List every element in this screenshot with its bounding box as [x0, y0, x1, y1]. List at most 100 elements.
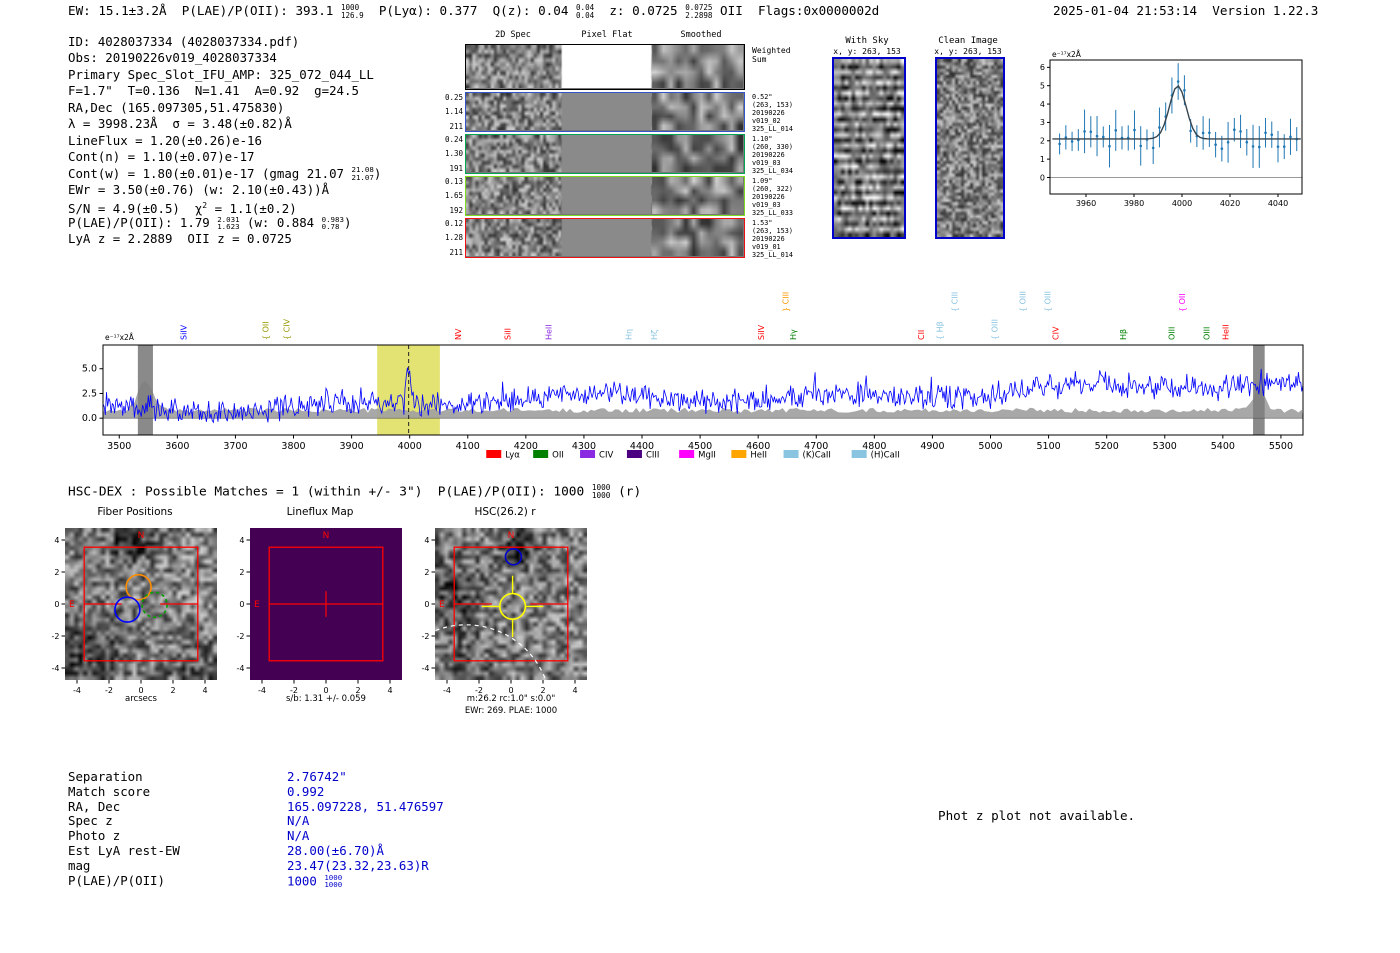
with-sky-coords: x, y: 263, 153: [833, 47, 901, 56]
stacked-fraction: 0.0725 2.2898: [685, 2, 713, 20]
svg-text:-2: -2: [237, 632, 245, 641]
match-row-value: 165.097228, 51.476597: [287, 798, 444, 814]
masked-band: [137, 345, 153, 435]
emission-line-label: Hγ: [789, 329, 798, 340]
gaussian-fit-curve: [1052, 84, 1301, 140]
legend-label: (H)CaII: [871, 451, 900, 461]
fiber-positions-panel: Fiber Positions -4 -4 -2 -2 0 0 2 2 4 4 N E arcsecs: [40, 506, 230, 731]
legend-swatch: [679, 450, 695, 458]
compass-east-label: E: [439, 600, 445, 610]
compass-north-label: N: [508, 531, 515, 541]
spec2d-row-stats: 0.12 1.28 211: [444, 219, 463, 257]
emission-line-label: HeII: [1222, 324, 1231, 340]
zoom-plot-ylabel: e⁻¹⁷x2Å: [1052, 50, 1082, 59]
match-row-label: mag: [68, 857, 91, 873]
emission-line-label: { OIII: [1043, 291, 1052, 312]
match-row-value: 23.47(23.32,23.63)R: [287, 857, 429, 873]
clean-image: [935, 57, 1005, 239]
aperture-circle: [141, 591, 168, 619]
legend-swatch: [626, 450, 642, 458]
match-row-label: Photo z: [68, 828, 121, 844]
match-table-row: mag 23.47(23.32,23.63)R: [68, 857, 444, 874]
compass-east-label: E: [254, 600, 260, 610]
info-line: ID: 4028037334 (4028037334.pdf): [68, 34, 300, 49]
legend-label: MgII: [698, 451, 716, 461]
emission-line-label: SiIV: [180, 324, 189, 340]
spec2d-row-image: [466, 93, 743, 130]
line-fit-zoom-plot: 0 1 2 3 4 5 6 3960 3980 4000 4020 4040 e⁻¹⁷x2Å: [1040, 50, 1303, 208]
spec2d-row-stats: 0.24 1.30 191: [444, 135, 463, 173]
match-table-row: RA, Dec 165.097228, 51.476597: [68, 798, 444, 815]
aperture-circle: [498, 592, 527, 620]
svg-text:2: 2: [54, 568, 59, 577]
emission-line-label: NV: [454, 328, 463, 340]
match-row-label: Spec z: [68, 813, 113, 829]
stacked-fraction: 1000 126.9: [340, 2, 364, 20]
info-line: Cont(n) = 1.10(±0.07)e-17: [68, 149, 255, 165]
spec2d-row-image: [466, 177, 743, 214]
match-row-value: N/A: [287, 828, 310, 844]
emission-line-label: { Hβ: [935, 321, 944, 340]
match-row-value: 2.76742": [287, 769, 347, 784]
emission-line-label: { CIV: [283, 318, 292, 340]
emission-line-label: { OIII: [1018, 291, 1027, 312]
match-row-label: P(LAE)/P(OII): [68, 872, 165, 888]
info-line: F=1.7" T=0.136 N=1.41 A=0.92 g=24.5: [68, 83, 359, 99]
match-row-label: RA, Dec: [68, 798, 121, 814]
svg-text:5100: 5100: [1037, 441, 1061, 452]
column-title-2d-spec: 2D Spec: [495, 30, 531, 40]
svg-text:3900: 3900: [340, 441, 364, 452]
spec2d-row-note: 1.10" (260, 330) 20190226 v019_03 325_LL…: [752, 135, 793, 175]
match-row-value: 1000 1000 1000: [287, 872, 343, 890]
hsc-r-xlabel2: EWr: 269. PLAE: 1000: [464, 706, 558, 716]
emission-line-label: SiIV: [757, 324, 766, 340]
svg-text:4: 4: [1040, 100, 1045, 109]
svg-text:0: 0: [1040, 173, 1045, 182]
spec2d-row: 0.12 1.28 211 1.53" (263, 153) 20190226 v01…: [445, 218, 793, 259]
clean-image-coords: x, y: 263, 153: [934, 47, 1002, 56]
svg-text:5000: 5000: [978, 441, 1002, 452]
spec2d-row-note: 1.09" (260, 322) 20190226 v019_03 325_LL…: [752, 177, 793, 217]
svg-text:3800: 3800: [281, 441, 305, 452]
column-title-pixel-flat: Pixel Flat: [581, 30, 633, 40]
detection-info-block: ID: 4028037334 (4028037334.pdf) Obs: 2019…: [68, 34, 381, 248]
stacked-fraction: 1000 1000: [324, 872, 343, 890]
svg-text:4: 4: [54, 536, 59, 545]
svg-text:5.0: 5.0: [82, 364, 97, 375]
svg-text:4000: 4000: [1172, 199, 1192, 208]
svg-text:1: 1: [1040, 155, 1045, 164]
svg-text:5200: 5200: [1095, 441, 1119, 452]
svg-text:2: 2: [239, 568, 244, 577]
info-line: EWr = 3.50(±0.76) (w: 2.10(±0.43))Å: [68, 181, 330, 197]
match-table-row: Est LyA rest-EW 28.00(±6.70)Å: [68, 843, 444, 859]
svg-text:-2: -2: [422, 632, 430, 641]
lineflux-map-xlabel: s/b: 1.31 +/- 0.059: [286, 694, 366, 704]
legend-swatch: [851, 450, 867, 458]
legend-swatch: [783, 450, 799, 458]
info-line: S/N = 4.9(±0.5) χ2 = 1.1(±0.2): [68, 201, 297, 217]
svg-text:5400: 5400: [1211, 441, 1235, 452]
svg-text:-4: -4: [52, 664, 60, 673]
info-line: Primary Spec_Slot_IFU_AMP: 325_072_044_L…: [68, 66, 374, 82]
info-line: P(LAE)/P(OII): 1.79 2.031 1.623 (w: 0.884…: [68, 214, 352, 232]
emission-line-label: SiII: [503, 328, 512, 340]
spec2d-row-note: 1.53" (263, 153) 20190226 v019_01 325_LL…: [752, 219, 793, 259]
emission-line-label: Hβ: [1119, 329, 1128, 340]
compass-east-label: E: [69, 600, 75, 610]
aperture-circle: [125, 573, 152, 601]
weighted-sum-label: Weighted Sum: [752, 46, 791, 64]
svg-text:3980: 3980: [1124, 199, 1144, 208]
spec2d-row-image: [466, 45, 743, 88]
legend-swatch: [731, 450, 747, 458]
stacked-fraction: 2.031 1.623: [217, 214, 240, 232]
svg-text:4000: 4000: [398, 441, 422, 452]
aperture-circle: [114, 596, 141, 623]
info-line: Obs: 20190226v019_4028037334: [68, 50, 277, 66]
svg-text:5: 5: [1040, 81, 1045, 90]
emission-line-label: } CIII: [781, 292, 790, 312]
svg-text:2: 2: [424, 568, 429, 577]
match-table-row: Spec z N/A: [68, 814, 444, 829]
stacked-fraction: 21.08 21.07: [351, 165, 374, 182]
spec2d-row-image: [466, 135, 743, 172]
elixer-report-page: EW: 15.1±3.2Å P(LAE)/P(OII): 393.1 1000 1…: [0, 0, 1400, 953]
